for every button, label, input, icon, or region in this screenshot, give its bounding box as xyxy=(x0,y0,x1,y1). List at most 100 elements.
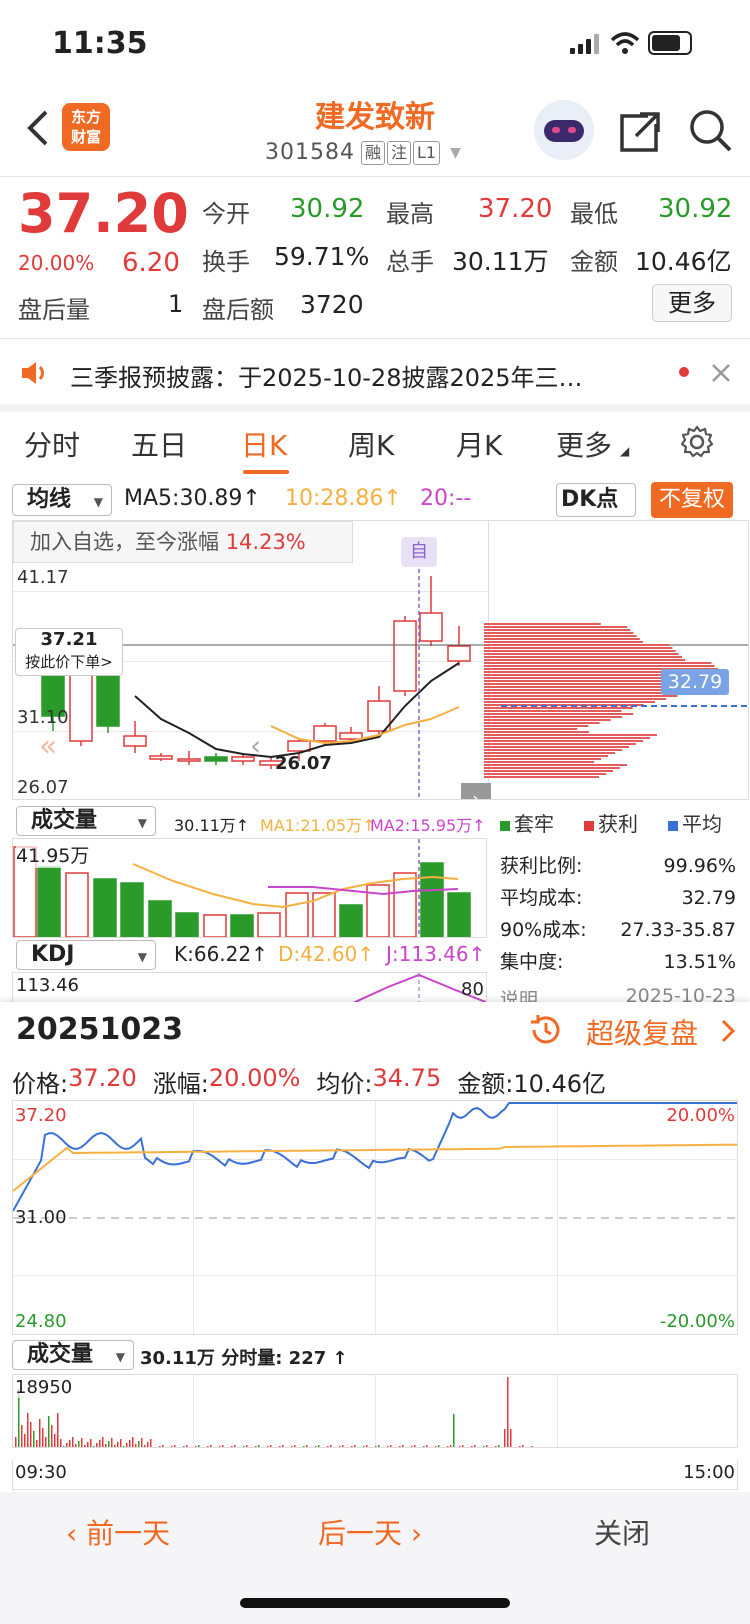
dk-point-button[interactable]: DK点 xyxy=(556,483,636,517)
volume-bar xyxy=(339,904,363,937)
intraday-volume-bar xyxy=(360,1447,362,1448)
intraday-volume-bar xyxy=(57,1413,59,1447)
chip-bar xyxy=(484,635,637,637)
amount-label: 金额 xyxy=(570,248,618,276)
intraday-volume-bar xyxy=(78,1441,80,1447)
ma5-value: MA5:30.89↑ xyxy=(124,486,261,511)
intra-pct-low: -20.00% xyxy=(659,1311,735,1332)
chip-bar xyxy=(484,653,679,655)
watch-mark: 自 xyxy=(401,537,437,567)
chip-bar xyxy=(484,650,676,652)
ma20-value: 20:-- xyxy=(420,486,472,511)
notice-text[interactable]: 三季报预披露：于2025-10-28披露2025年三… xyxy=(70,358,660,393)
intraday-volume-bar xyxy=(114,1445,116,1447)
robot-avatar-icon[interactable] xyxy=(534,100,594,160)
intraday-volume-bar xyxy=(420,1447,422,1448)
intraday-volume-bar xyxy=(426,1445,428,1447)
tab-more[interactable]: 更多 xyxy=(556,424,612,464)
intraday-volume-bar xyxy=(129,1440,131,1447)
no-adjust-button[interactable]: 不复权 xyxy=(651,482,733,518)
intraday-volume-bar xyxy=(453,1414,455,1447)
kdj-k: K:66.22↑ xyxy=(174,942,268,966)
tab-yuek[interactable]: 月K xyxy=(456,424,502,464)
intraday-volume-bar xyxy=(318,1445,320,1447)
intraday-volume-bar xyxy=(435,1446,437,1447)
candle-body xyxy=(419,612,443,642)
intraday-volume-bar xyxy=(384,1447,386,1448)
chip-note[interactable]: 说明 2025-10-23 xyxy=(500,985,736,1002)
super-review-link[interactable]: 超级复盘 xyxy=(586,1012,698,1052)
scroll-left-icon[interactable]: « xyxy=(39,729,57,764)
chip-bar xyxy=(484,644,670,646)
volume-select[interactable]: 成交量 xyxy=(16,806,156,837)
pan-left-icon[interactable]: ‹ xyxy=(250,729,261,762)
kline-chart[interactable]: 加入自选，至今涨幅 14.23% 41.17 31.10 26.07 37.21… xyxy=(12,520,749,800)
chip-bar xyxy=(484,632,634,634)
y-label-top: 41.17 xyxy=(17,567,69,588)
next-day-button[interactable]: 后一天 › xyxy=(318,1512,422,1552)
candle-body xyxy=(447,645,471,662)
kdj-chart[interactable]: 113.46 80 xyxy=(12,972,487,1002)
volume-bar xyxy=(203,914,227,937)
intraday-volume-bar xyxy=(447,1446,449,1447)
share-icon[interactable] xyxy=(618,110,662,154)
prev-day-button[interactable]: ‹ 前一天 xyxy=(66,1512,170,1552)
intraday-volume-bar xyxy=(351,1446,353,1447)
intraday-volume-bar xyxy=(195,1446,197,1447)
more-button[interactable]: 更多 xyxy=(652,284,732,322)
intraday-volume-bar xyxy=(99,1440,101,1447)
intraday-volume-bar xyxy=(306,1445,308,1447)
tab-zhouk[interactable]: 周K xyxy=(348,424,394,464)
chip-bar xyxy=(484,662,712,664)
intraday-volume-bar xyxy=(135,1444,137,1447)
intraday-volume-bar xyxy=(24,1434,26,1447)
intraday-volume-bar xyxy=(102,1437,104,1447)
close-button[interactable]: 关闭 xyxy=(594,1512,650,1552)
chevron-down-icon[interactable]: ▼ xyxy=(450,145,461,161)
expand-chip-icon[interactable]: › xyxy=(461,783,491,799)
kdj-select[interactable]: KDJ xyxy=(16,940,156,971)
add-watchlist-tip[interactable]: 加入自选，至今涨幅 14.23% xyxy=(13,521,353,563)
intraday-volume-bar xyxy=(471,1446,473,1447)
chip-bar xyxy=(484,716,622,718)
intra-volume-chart[interactable]: 18950 xyxy=(12,1374,738,1448)
ma-select[interactable]: 均线 xyxy=(12,484,112,517)
chip-bar xyxy=(484,767,620,769)
tab-wuri[interactable]: 五日 xyxy=(131,424,187,464)
time-end: 15:00 xyxy=(683,1462,735,1483)
history-icon[interactable] xyxy=(528,1012,564,1048)
intraday-chart[interactable]: 37.20 31.00 24.80 20.00% -20.00% xyxy=(12,1100,738,1335)
tab-rik[interactable]: 日K xyxy=(241,424,287,464)
chip-bar xyxy=(484,713,634,715)
open-label: 今开 xyxy=(202,200,250,228)
tab-fenshi[interactable]: 分时 xyxy=(24,424,80,464)
search-icon[interactable] xyxy=(688,108,734,154)
kdj-y-mark: 80 xyxy=(461,979,484,1000)
intraday-volume-bar xyxy=(267,1446,269,1447)
intraday-volume-bar xyxy=(75,1444,77,1447)
intraday-volume-bar xyxy=(105,1444,107,1447)
order-price-tag[interactable]: 37.21 按此价下单> xyxy=(15,628,123,676)
close-icon[interactable] xyxy=(711,363,731,383)
chip-bar xyxy=(484,623,601,625)
intraday-volume-bar xyxy=(531,1446,533,1447)
intraday-volume-bar xyxy=(204,1447,206,1448)
low-value: 30.92 xyxy=(658,194,733,224)
intraday-volume-bar xyxy=(72,1437,74,1447)
speaker-icon xyxy=(22,362,44,384)
intraday-volume-bar xyxy=(171,1446,173,1447)
intraday-volume-bar xyxy=(93,1446,95,1447)
legend-profit: 获利 xyxy=(584,808,638,837)
after-amt-label: 盘后额 xyxy=(202,296,274,324)
chip-bar xyxy=(484,725,589,727)
intraday-volume-bar xyxy=(438,1445,440,1447)
intraday-volume-bar xyxy=(51,1425,53,1447)
chevron-right-icon[interactable] xyxy=(720,1018,736,1044)
candle-body xyxy=(339,732,363,740)
intraday-volume-bar xyxy=(363,1446,365,1447)
chip-bar xyxy=(484,641,643,643)
volume-chart[interactable]: 41.95万 xyxy=(12,838,487,938)
gear-icon[interactable] xyxy=(680,425,714,459)
chip-bar xyxy=(484,722,600,724)
intra-volume-select[interactable]: 成交量 xyxy=(12,1340,134,1371)
